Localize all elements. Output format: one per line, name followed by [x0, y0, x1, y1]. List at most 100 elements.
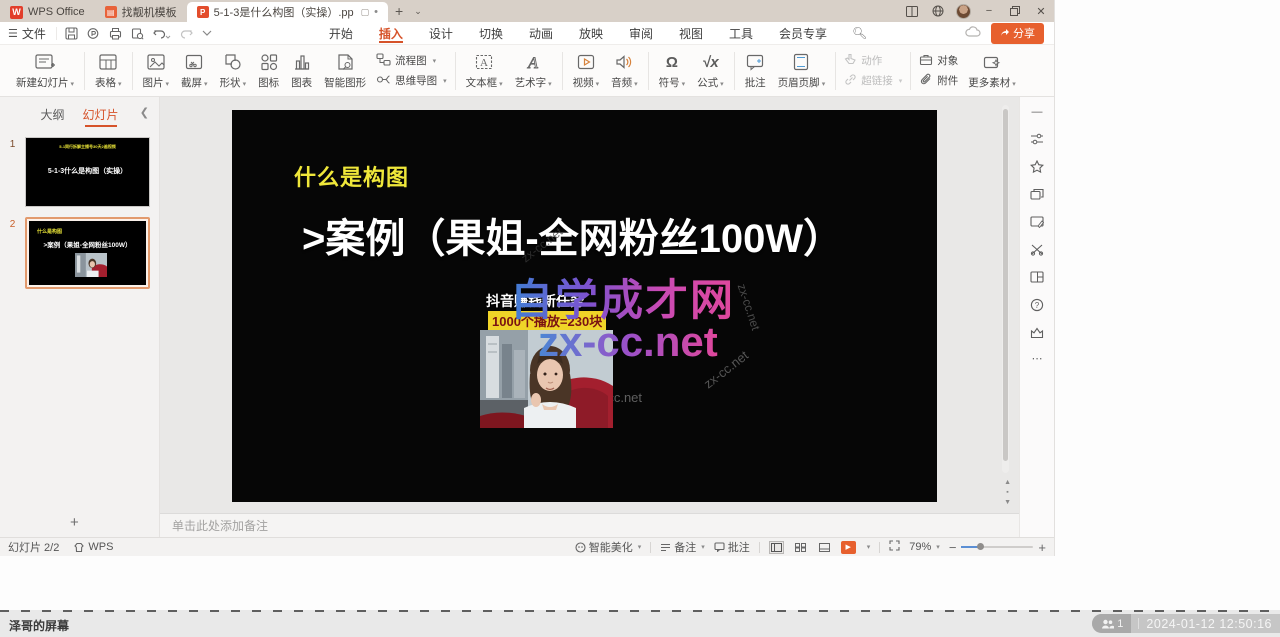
- add-slide-button[interactable]: +: [70, 514, 79, 531]
- symbol-button[interactable]: Ω 符号▾: [653, 48, 692, 93]
- new-slide-icon: [34, 51, 56, 73]
- file-menu[interactable]: ☰ 文件: [0, 25, 56, 42]
- slide-thumbnail-2[interactable]: 2 什么是构图 >案例（果姐-全网粉丝100W）: [0, 217, 159, 289]
- screenshot-button[interactable]: 截屏▾: [175, 48, 214, 93]
- export-pdf-icon[interactable]: [87, 27, 100, 40]
- slide-2-preview[interactable]: 什么是构图 >案例（果姐-全网粉丝100W）: [29, 221, 146, 285]
- animation-pane-icon[interactable]: [1030, 243, 1044, 256]
- print-icon[interactable]: [109, 27, 122, 40]
- tab-tools[interactable]: 工具: [716, 22, 766, 44]
- restore-button[interactable]: [1002, 0, 1028, 22]
- save-icon[interactable]: [65, 27, 78, 40]
- design-tools-icon[interactable]: [1030, 215, 1044, 228]
- comments-toggle-button[interactable]: 批注: [714, 539, 750, 555]
- notes-toggle-button[interactable]: 备注▾: [660, 539, 705, 555]
- next-slide-icon[interactable]: ▼: [1004, 499, 1011, 506]
- play-options-dropdown[interactable]: ▾: [867, 543, 871, 551]
- normal-view-icon[interactable]: [769, 541, 784, 554]
- zoom-out-icon[interactable]: −: [949, 540, 957, 555]
- redo-icon[interactable]: [180, 27, 193, 40]
- smart-beautify-button[interactable]: 智能美化▾: [575, 539, 642, 555]
- tab-list-dropdown[interactable]: ⌄: [410, 0, 426, 22]
- slide-1-preview[interactable]: 5-1同行拆解主播号30天2遍视频 5-1-3什么是构图（实操）: [25, 137, 150, 207]
- picture-button[interactable]: 图片▾: [137, 48, 176, 93]
- slideshow-play-button[interactable]: ▶: [841, 541, 856, 554]
- toolbar-more-icon[interactable]: [202, 29, 212, 37]
- wps-theme-button[interactable]: WPS: [73, 541, 113, 553]
- textbox-button[interactable]: A 文本框▾: [460, 48, 509, 93]
- scroll-handle-icon[interactable]: ▪: [1006, 489, 1008, 496]
- user-avatar[interactable]: [956, 4, 971, 19]
- comment-button[interactable]: 批注: [739, 48, 772, 93]
- tab-view[interactable]: 视图: [666, 22, 716, 44]
- header-footer-button[interactable]: 页眉页脚▾: [772, 48, 832, 93]
- print-preview-icon[interactable]: [131, 27, 144, 40]
- tab-transitions[interactable]: 切换: [466, 22, 516, 44]
- slide-heading[interactable]: 什么是构图: [294, 160, 409, 192]
- audio-button[interactable]: 音频▾: [605, 48, 644, 93]
- attachment-button[interactable]: 附件: [919, 73, 958, 89]
- split-view-icon[interactable]: [899, 0, 925, 22]
- layers-icon[interactable]: [1030, 188, 1044, 200]
- tab-animations[interactable]: 动画: [516, 22, 566, 44]
- fit-slide-icon[interactable]: [889, 540, 900, 554]
- slide-canvas[interactable]: 什么是构图 >案例（果姐-全网粉丝100W） 抖音赚钱新任务 1000个播放=2…: [232, 110, 937, 502]
- share-button[interactable]: 分享: [991, 23, 1044, 44]
- tab-wps-home[interactable]: W WPS Office: [0, 2, 95, 22]
- close-button[interactable]: ✕: [1028, 0, 1054, 22]
- collapse-panel-icon[interactable]: ❮: [140, 106, 149, 119]
- vertical-scrollbar[interactable]: [1002, 105, 1009, 473]
- rail-more-icon[interactable]: ⋯: [1032, 354, 1043, 365]
- tab-member[interactable]: 会员专享: [766, 22, 840, 44]
- slide-title[interactable]: >案例（果姐-全网粉丝100W）: [302, 206, 902, 264]
- notes-bar[interactable]: 单击此处添加备注: [160, 513, 1019, 537]
- smartart-button[interactable]: 智能图形: [318, 48, 372, 93]
- table-button[interactable]: 表格▾: [89, 48, 128, 93]
- object-button[interactable]: 对象: [919, 53, 958, 69]
- tab-review[interactable]: 审阅: [616, 22, 666, 44]
- slide-sorter-view-icon[interactable]: [793, 541, 808, 554]
- action-button[interactable]: 动作: [844, 53, 902, 69]
- new-slide-button[interactable]: 新建幻灯片▾: [10, 48, 80, 93]
- template-store-icon[interactable]: [1030, 327, 1044, 339]
- zoom-slider-handle[interactable]: [977, 543, 984, 550]
- formula-button[interactable]: √x 公式▾: [691, 48, 730, 93]
- tab-design[interactable]: 设计: [416, 22, 466, 44]
- mindmap-button[interactable]: 思维导图▾: [376, 73, 447, 89]
- video-button[interactable]: 视频▾: [567, 48, 606, 93]
- icons-button[interactable]: 图标: [252, 48, 285, 93]
- menu-burger-icon: ☰: [8, 27, 18, 40]
- hyperlink-button[interactable]: 超链接▾: [844, 73, 902, 89]
- tab-current-presentation[interactable]: P 5-1-3是什么构图（实操）.pp ▢ •: [187, 2, 388, 22]
- zoom-slider[interactable]: − +: [949, 540, 1046, 555]
- chart-button[interactable]: 图表: [285, 48, 318, 93]
- zoom-level[interactable]: 79%▾: [909, 541, 940, 553]
- prev-slide-icon[interactable]: ▲: [1004, 479, 1011, 486]
- favorites-icon[interactable]: [1030, 160, 1044, 173]
- tab-insert[interactable]: 插入: [366, 22, 416, 44]
- new-tab-button[interactable]: +: [388, 0, 410, 22]
- search-icon[interactable]: 🔍︎: [852, 26, 867, 40]
- menubar: ☰ 文件 开始 插入 设计 切换 动画 放映 审阅 视图: [0, 22, 1054, 45]
- tab-home[interactable]: 开始: [316, 22, 366, 44]
- tab-slides[interactable]: 幻灯片: [83, 106, 119, 123]
- shapes-button[interactable]: 形状▾: [214, 48, 253, 93]
- wordart-button[interactable]: A 艺术字▾: [509, 48, 558, 93]
- layout-pane-icon[interactable]: [1030, 271, 1044, 283]
- flowchart-button[interactable]: 流程图▾: [376, 53, 447, 69]
- tab-outline[interactable]: 大纲: [40, 106, 64, 123]
- properties-icon[interactable]: [1030, 133, 1044, 145]
- cloud-sync-icon[interactable]: [965, 26, 981, 40]
- minimize-button[interactable]: −: [976, 0, 1002, 22]
- slide-editor[interactable]: 什么是构图 >案例（果姐-全网粉丝100W） 抖音赚钱新任务 1000个播放=2…: [160, 97, 1019, 513]
- more-assets-button[interactable]: 更多素材▾: [962, 48, 1022, 93]
- tab-template-doc[interactable]: ▤ 找靓机模板: [95, 2, 187, 22]
- zoom-in-icon[interactable]: +: [1038, 540, 1046, 555]
- slide-thumbnail-1[interactable]: 1 5-1同行拆解主播号30天2遍视频 5-1-3什么是构图（实操）: [0, 137, 159, 207]
- globe-icon[interactable]: [925, 0, 951, 22]
- undo-icon[interactable]: [153, 27, 171, 40]
- reading-view-icon[interactable]: [817, 541, 832, 554]
- help-icon[interactable]: ?: [1030, 298, 1044, 312]
- collapse-rail-icon[interactable]: —: [1032, 107, 1043, 118]
- tab-slideshow[interactable]: 放映: [566, 22, 616, 44]
